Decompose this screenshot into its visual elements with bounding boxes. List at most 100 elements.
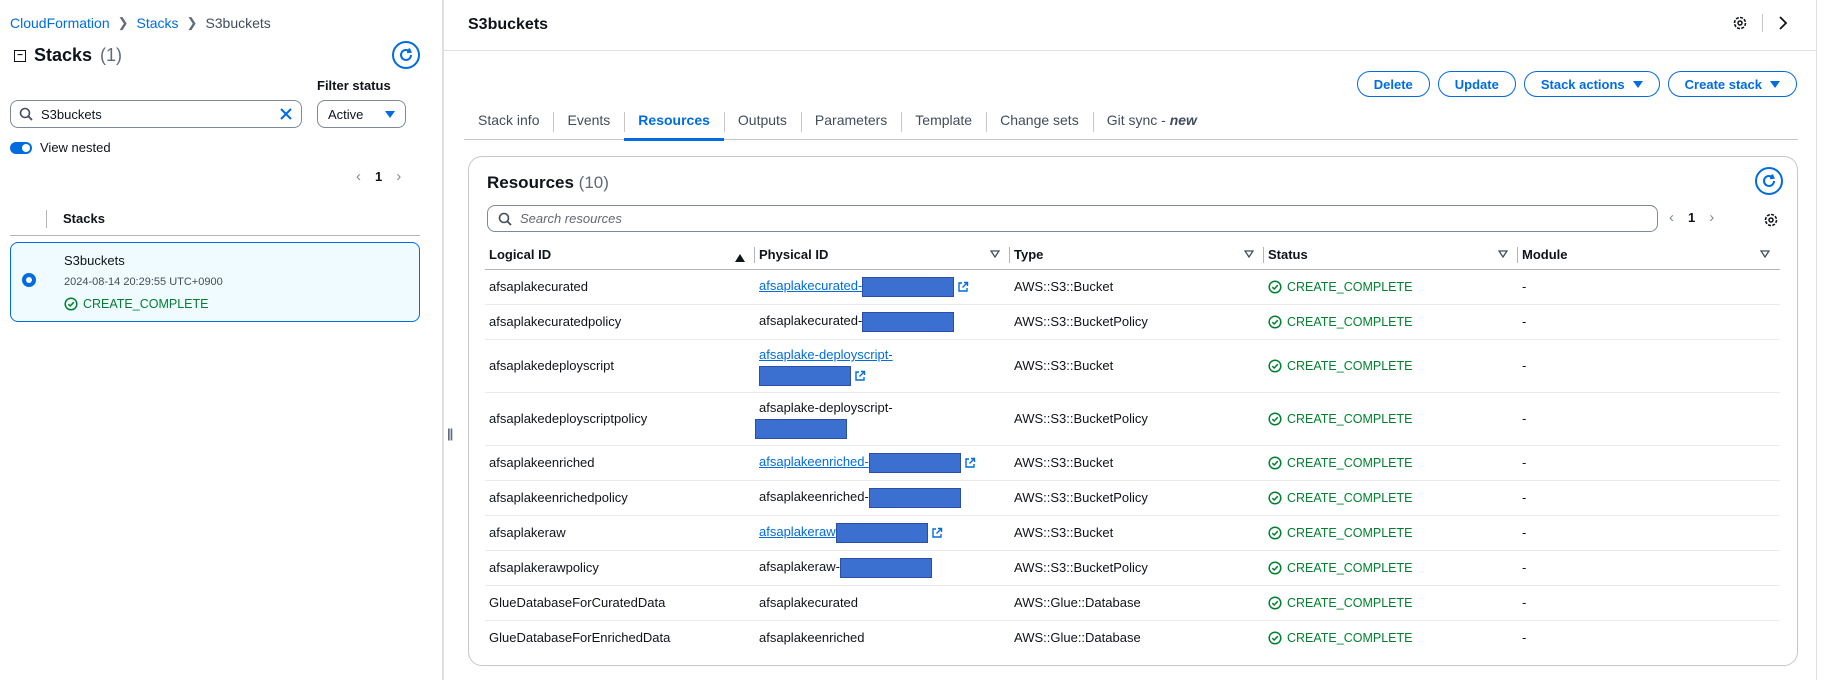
column-header-status[interactable]: Status — [1264, 241, 1518, 270]
module-cell: - — [1518, 339, 1780, 393]
type-cell: AWS::Glue::Database — [1014, 630, 1141, 646]
table-row: GlueDatabaseForEnrichedData afsaplakeenr… — [485, 620, 1780, 655]
tab-change-sets[interactable]: Change sets — [986, 106, 1093, 140]
external-link-icon[interactable] — [964, 457, 976, 469]
stacks-count: (1) — [100, 45, 123, 65]
new-badge: new — [1169, 112, 1197, 128]
sort-descending-icon[interactable] — [1244, 250, 1254, 258]
resources-heading: Resources — [487, 173, 574, 192]
physical-id-cell: afsaplake-deployscript- — [755, 339, 1010, 393]
table-row: afsaplakeraw afsaplakeraw AWS::S3::Bucke… — [485, 515, 1780, 551]
physical-id-cell: afsaplakecurated- — [755, 269, 1010, 305]
caret-down-icon — [1770, 80, 1780, 88]
status-text: CREATE_COMPLETE — [1287, 595, 1413, 610]
column-header-type[interactable]: Type — [1010, 241, 1264, 270]
filter-status-select[interactable]: Active — [317, 100, 406, 128]
chevron-right-icon[interactable] — [1777, 15, 1789, 31]
table-row: afsaplakeenriched afsaplakeenriched- AWS… — [485, 445, 1780, 481]
delete-button[interactable]: Delete — [1356, 71, 1430, 97]
module-cell: - — [1518, 304, 1780, 340]
physical-id-text: afsaplakecurated- — [759, 313, 863, 329]
success-check-icon — [1268, 455, 1282, 470]
update-button[interactable]: Update — [1437, 71, 1516, 97]
stack-list-item[interactable]: S3buckets 2024-08-14 20:29:55 UTC+0900 C… — [10, 242, 420, 322]
physical-id-cell: afsaplakecurated- — [755, 304, 1010, 340]
tab-resources[interactable]: Resources — [624, 106, 724, 141]
status-cell: CREATE_COMPLETE — [1264, 515, 1518, 551]
refresh-resources-button[interactable] — [1755, 167, 1783, 195]
physical-id-cell: afsaplakeenriched- — [755, 480, 1010, 516]
column-header-module[interactable]: Module — [1518, 241, 1780, 270]
success-check-icon — [1268, 525, 1282, 540]
module-cell: - — [1518, 550, 1780, 586]
column-label: Logical ID — [489, 247, 552, 263]
tab-stack-info[interactable]: Stack info — [464, 106, 553, 140]
column-header-physical-id[interactable]: Physical ID — [755, 241, 1010, 270]
stacks-sidebar: CloudFormation ❯ Stacks ❯ S3buckets − St… — [0, 0, 442, 680]
redacted-block — [755, 418, 847, 439]
physical-id-link[interactable]: afsaplakeenriched- — [759, 454, 869, 469]
status-text: CREATE_COMPLETE — [1287, 358, 1413, 373]
breadcrumb: CloudFormation ❯ Stacks ❯ S3buckets — [10, 15, 271, 31]
sort-descending-icon[interactable] — [990, 250, 1000, 258]
physical-id-link[interactable]: afsaplakeraw — [759, 524, 836, 539]
create-stack-label: Create stack — [1684, 76, 1762, 92]
stack-actions-button[interactable]: Stack actions — [1523, 71, 1660, 97]
stacks-page-number[interactable]: 1 — [375, 169, 382, 184]
chevron-left-icon[interactable]: ‹ — [356, 168, 361, 185]
resources-page-number[interactable]: 1 — [1688, 210, 1695, 225]
top-right-icons — [1732, 14, 1789, 32]
tab-git-sync[interactable]: Git sync - new — [1092, 106, 1211, 140]
stack-name: S3buckets — [64, 253, 125, 268]
breadcrumb-stacks[interactable]: Stacks — [137, 15, 179, 31]
tab-outputs[interactable]: Outputs — [723, 106, 801, 140]
settings-icon[interactable] — [1732, 15, 1748, 31]
sort-ascending-icon[interactable] — [735, 250, 745, 265]
external-link-icon[interactable] — [957, 281, 969, 293]
view-nested-toggle-row: View nested — [10, 140, 111, 155]
breadcrumb-cloudformation[interactable]: CloudFormation — [10, 15, 110, 31]
logical-id-cell: afsaplakeraw — [485, 515, 755, 551]
chevron-right-icon[interactable]: › — [396, 168, 401, 185]
table-row: afsaplakerawpolicy afsaplakeraw- AWS::S3… — [485, 550, 1780, 586]
stack-radio[interactable] — [22, 273, 36, 287]
stack-search-input[interactable]: S3buckets — [10, 100, 302, 128]
search-icon — [498, 212, 512, 226]
chevron-right-icon[interactable]: › — [1709, 209, 1714, 226]
module-cell: - — [1518, 445, 1780, 481]
external-link-icon[interactable] — [931, 527, 943, 539]
view-nested-toggle[interactable] — [10, 141, 32, 154]
resources-pagination: ‹ 1 › — [1669, 209, 1714, 226]
create-stack-button[interactable]: Create stack — [1667, 71, 1797, 97]
refresh-icon — [1763, 174, 1775, 187]
tab-parameters[interactable]: Parameters — [800, 106, 901, 140]
column-header-logical-id[interactable]: Logical ID — [485, 241, 755, 270]
sort-descending-icon[interactable] — [1760, 250, 1770, 258]
module-cell: - — [1518, 392, 1780, 446]
tab-events[interactable]: Events — [553, 106, 624, 140]
tab-label: Events — [567, 112, 611, 128]
physical-id-link[interactable]: afsaplakecurated- — [759, 278, 862, 293]
type-cell: AWS::S3::Bucket — [1010, 339, 1264, 393]
table-header-row: Logical ID Physical ID Type Status Modul… — [485, 241, 1780, 270]
status-cell: CREATE_COMPLETE — [1264, 620, 1518, 655]
table-row: GlueDatabaseForCuratedData afsaplakecura… — [485, 585, 1780, 621]
gear-icon[interactable] — [1763, 212, 1779, 228]
tab-template[interactable]: Template — [901, 106, 986, 140]
physical-id-link[interactable]: afsaplake-deployscript- — [759, 347, 893, 362]
external-link-icon[interactable] — [854, 370, 866, 382]
resources-search-input[interactable]: Search resources — [487, 205, 1658, 232]
clear-icon[interactable] — [279, 107, 293, 121]
column-label: Type — [1014, 247, 1044, 263]
table-row: afsaplakedeployscript afsaplake-deploysc… — [485, 339, 1780, 393]
delete-label: Delete — [1373, 76, 1413, 92]
refresh-stacks-button[interactable] — [392, 41, 420, 69]
logical-id-cell: afsaplakedeployscriptpolicy — [485, 392, 755, 446]
sort-descending-icon[interactable] — [1498, 250, 1508, 258]
status-text: CREATE_COMPLETE — [1287, 525, 1413, 540]
status-text: CREATE_COMPLETE — [1287, 411, 1413, 426]
collapse-icon[interactable]: − — [14, 49, 26, 62]
logical-id-cell: afsaplakeenrichedpolicy — [485, 480, 755, 516]
type-cell: AWS::S3::Bucket — [1010, 515, 1264, 551]
chevron-left-icon[interactable]: ‹ — [1669, 209, 1674, 226]
